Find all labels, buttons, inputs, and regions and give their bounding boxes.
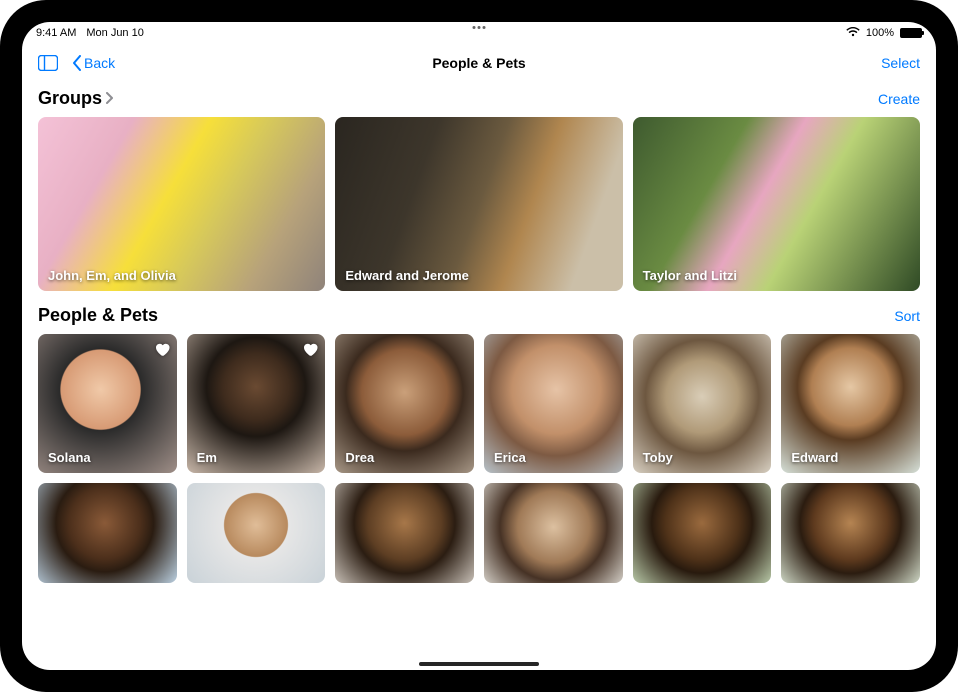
status-date: Mon Jun 10 [86,27,143,39]
sort-button[interactable]: Sort [894,308,920,324]
person-card[interactable] [335,483,474,583]
battery-icon [900,28,922,38]
sidebar-toggle-icon[interactable] [38,55,58,71]
chevron-right-icon [106,91,114,107]
favorite-heart-icon [301,340,319,358]
status-time: 9:41 AM [36,27,76,39]
group-thumbnail [633,117,920,291]
person-card[interactable] [484,483,623,583]
content-scroll[interactable]: Groups Create John, Em, and Olivia Edwar… [22,82,936,670]
back-button[interactable]: Back [72,55,115,71]
person-card[interactable]: Em [187,334,326,473]
groups-heading[interactable]: Groups [38,88,114,109]
multitask-dots-icon[interactable] [473,26,486,29]
person-thumbnail [633,483,772,583]
person-card[interactable] [187,483,326,583]
person-card[interactable]: Toby [633,334,772,473]
person-thumbnail [484,483,623,583]
group-card[interactable]: Taylor and Litzi [633,117,920,291]
group-label: Edward and Jerome [345,268,469,283]
group-card[interactable]: John, Em, and Olivia [38,117,325,291]
person-card[interactable]: Drea [335,334,474,473]
person-label: Edward [791,450,838,465]
person-thumbnail [187,483,326,583]
group-label: John, Em, and Olivia [48,268,176,283]
chevron-left-icon [72,55,82,71]
people-heading-label: People & Pets [38,305,158,326]
person-label: Toby [643,450,673,465]
person-label: Drea [345,450,374,465]
people-heading: People & Pets [38,305,158,326]
battery-pct: 100% [866,27,894,39]
create-group-button[interactable]: Create [878,91,920,107]
favorite-heart-icon [153,340,171,358]
select-button[interactable]: Select [881,55,920,71]
person-label: Solana [48,450,91,465]
group-thumbnail [335,117,622,291]
person-card[interactable]: Edward [781,334,920,473]
person-label: Em [197,450,217,465]
person-card[interactable] [38,483,177,583]
person-card[interactable] [633,483,772,583]
person-card[interactable]: Solana [38,334,177,473]
group-label: Taylor and Litzi [643,268,737,283]
status-bar: 9:41 AM Mon Jun 10 100% [22,22,936,44]
wifi-icon [846,27,860,40]
person-card[interactable]: Erica [484,334,623,473]
page-title: People & Pets [432,55,525,71]
person-thumbnail [38,483,177,583]
person-card[interactable] [781,483,920,583]
person-thumbnail [335,483,474,583]
person-label: Erica [494,450,526,465]
person-thumbnail [781,483,920,583]
groups-heading-label: Groups [38,88,102,109]
group-thumbnail [38,117,325,291]
group-card[interactable]: Edward and Jerome [335,117,622,291]
nav-bar: Back People & Pets Select [22,44,936,82]
back-label: Back [84,55,115,71]
home-indicator[interactable] [419,662,539,666]
